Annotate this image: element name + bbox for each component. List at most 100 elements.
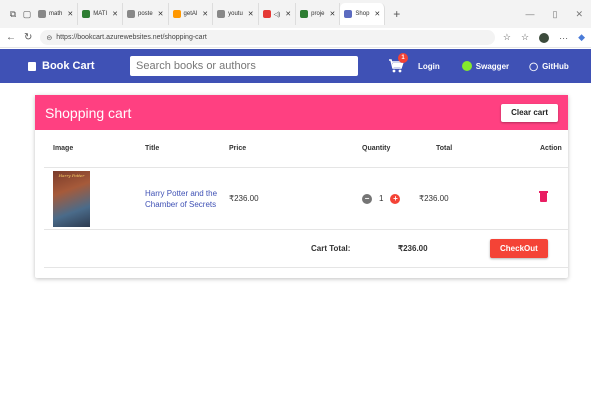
close-icon[interactable]: ✕ xyxy=(248,10,254,18)
login-label: Login xyxy=(418,61,440,71)
close-icon[interactable]: ✕ xyxy=(67,10,73,18)
cart-total-label: Cart Total: xyxy=(311,244,351,253)
browser-tab[interactable]: proje ✕ xyxy=(296,3,341,25)
tab-label: poste xyxy=(137,11,153,17)
close-icon[interactable]: ✕ xyxy=(374,10,380,18)
tab-actions-icon[interactable]: ▢ xyxy=(20,7,34,21)
book-price: ₹236.00 xyxy=(229,194,259,203)
brand-label: Book Cart xyxy=(42,60,95,72)
search-icon xyxy=(126,10,135,18)
browser-tab[interactable]: MATI ✕ xyxy=(78,3,123,25)
address-bar: ← ↻ ⊝ https://bookcart.azurewebsites.net… xyxy=(0,28,591,48)
search-input[interactable]: Search books or authors xyxy=(130,56,358,76)
browser-tab[interactable]: getAl ✕ xyxy=(169,3,214,25)
tab-label: proje xyxy=(311,11,325,17)
speaker-icon: ◁) xyxy=(273,11,281,18)
swagger-link[interactable]: Swagger xyxy=(461,61,510,71)
cart-total-value: ₹236.00 xyxy=(398,244,428,253)
swagger-label: Swagger xyxy=(475,61,510,71)
site-icon xyxy=(344,10,353,18)
browser-tab[interactable]: youtu ✕ xyxy=(213,3,259,25)
tab-label: math xyxy=(49,11,63,17)
github-icon: ◯ xyxy=(529,61,539,71)
address-icons: ☆ ☆ ··· ◆ xyxy=(503,32,585,43)
search-icon xyxy=(38,10,46,18)
youtube-icon xyxy=(262,10,271,18)
search-icon xyxy=(217,10,226,18)
cart-table: Image Title Price Quantity Total Action … xyxy=(44,130,568,268)
close-icon[interactable]: ✕ xyxy=(285,10,291,18)
item-total: ₹236.00 xyxy=(419,194,449,203)
column-header-total: Total xyxy=(416,145,512,152)
card-header: Shopping cart Clear cart xyxy=(35,95,568,130)
quantity-value: 1 xyxy=(379,194,384,203)
star-icon[interactable]: ☆ xyxy=(503,32,511,43)
cart-button[interactable]: 1 xyxy=(388,53,408,74)
tab-label: getAl xyxy=(183,11,198,17)
github-link[interactable]: ◯ GitHub xyxy=(529,62,569,71)
page-title: Shopping cart xyxy=(45,104,132,121)
site-icon xyxy=(300,10,309,18)
close-icon[interactable]: ✕ xyxy=(202,10,208,18)
action-cell xyxy=(512,191,568,204)
site-icon xyxy=(82,10,91,18)
github-label: GitHub xyxy=(542,61,569,71)
column-header-price: Price xyxy=(229,145,247,152)
browser-tab-active[interactable]: Shop ✕ xyxy=(340,3,386,25)
browser-tab[interactable]: math ✕ xyxy=(34,3,79,25)
book-cover-image[interactable]: Harry Potter xyxy=(53,170,90,227)
close-window-icon[interactable]: ✕ xyxy=(575,9,583,20)
column-header-action: Action xyxy=(540,145,562,152)
cover-title: Harry Potter xyxy=(58,172,85,178)
close-icon[interactable]: ✕ xyxy=(112,10,118,18)
close-icon[interactable]: ✕ xyxy=(330,10,336,18)
table-row: Harry Potter Harry Potter and the Chambe… xyxy=(44,168,568,230)
close-icon[interactable]: ✕ xyxy=(158,10,164,18)
browser-tabstrip: ⧉ ▢ math ✕ MATI ✕ poste ✕ getAl ✕ youtu ✕ ◁) ✕… xyxy=(0,0,591,28)
maximize-icon[interactable]: ▯ xyxy=(553,9,558,20)
increase-quantity-button[interactable]: + xyxy=(390,193,401,204)
window-controls: — ▯ ✕ xyxy=(526,9,591,20)
tab-label: youtu xyxy=(228,11,243,17)
app-navbar: Book Cart Search books or authors 1 Logi… xyxy=(0,49,591,83)
login-link[interactable]: Login xyxy=(418,62,440,71)
book-icon xyxy=(28,61,36,71)
lock-icon: ⊝ xyxy=(46,34,53,42)
minimize-icon[interactable]: — xyxy=(526,9,535,20)
url-text: https://bookcart.azurewebsites.net/shopp… xyxy=(56,34,207,41)
total-header-label: Total xyxy=(436,145,453,152)
shopping-cart-card: Shopping cart Clear cart Image Title Pri… xyxy=(35,95,568,278)
checkout-button[interactable]: CheckOut xyxy=(490,239,548,258)
column-header-image: Image xyxy=(53,145,74,152)
decrease-quantity-button[interactable]: − xyxy=(362,193,372,204)
workspaces-icon[interactable]: ⧉ xyxy=(6,7,20,21)
url-field[interactable]: ⊝ https://bookcart.azurewebsites.net/sho… xyxy=(40,30,495,45)
tab-label: MATI xyxy=(93,11,108,17)
swagger-icon xyxy=(461,61,472,71)
brand-link[interactable]: Book Cart xyxy=(0,60,130,72)
table-header: Image Title Price Quantity Total Action xyxy=(44,130,568,168)
more-icon[interactable]: ··· xyxy=(559,33,568,43)
cart-total-row: Cart Total: ₹236.00 CheckOut xyxy=(44,230,568,268)
book-title-cell: Harry Potter and the Chamber of Secrets xyxy=(137,188,229,210)
copilot-icon[interactable]: ◆ xyxy=(578,32,585,43)
back-icon[interactable]: ← xyxy=(6,32,16,43)
quantity-stepper: − 1 + xyxy=(362,193,401,204)
browser-tab[interactable]: ◁) ✕ xyxy=(259,3,297,25)
site-icon xyxy=(172,10,181,18)
column-header-quantity: Quantity xyxy=(320,145,416,152)
cart-count-badge: 1 xyxy=(398,53,408,63)
delete-icon[interactable] xyxy=(539,191,548,202)
new-tab-button[interactable]: + xyxy=(385,7,408,21)
quantity-header-label: Quantity xyxy=(362,145,391,152)
favorites-icon[interactable]: ☆ xyxy=(521,32,529,43)
book-title-link[interactable]: Harry Potter and the Chamber of Secrets xyxy=(145,189,217,209)
refresh-icon[interactable]: ↻ xyxy=(24,32,32,43)
browser-tab[interactable]: poste ✕ xyxy=(123,3,169,25)
avatar[interactable] xyxy=(539,32,550,43)
tab-label: Shop xyxy=(355,11,370,17)
column-header-title: Title xyxy=(145,145,160,152)
quantity-cell: − 1 + xyxy=(320,193,416,204)
book-image-cell: Harry Potter xyxy=(44,170,137,227)
clear-cart-button[interactable]: Clear cart xyxy=(501,103,558,122)
